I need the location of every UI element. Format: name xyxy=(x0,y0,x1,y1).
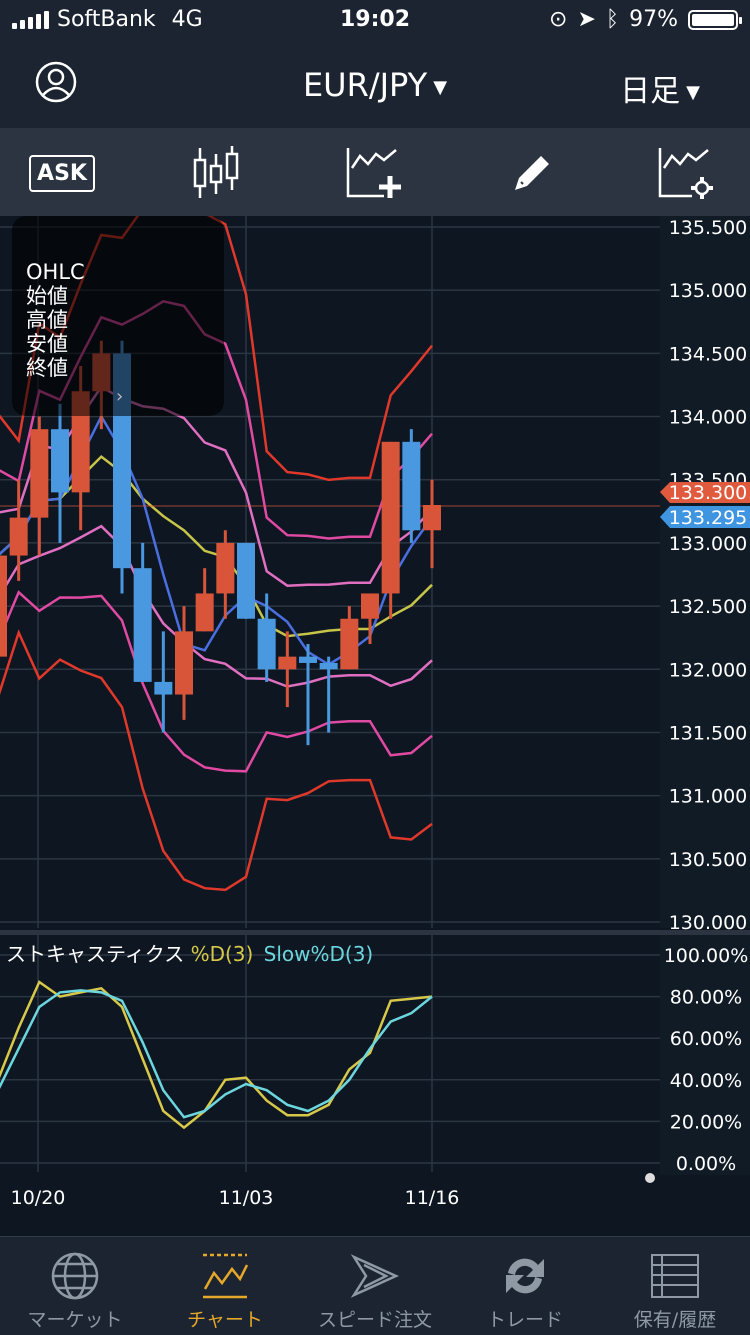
candle-body xyxy=(381,441,400,594)
ohlc-low: 安値 xyxy=(26,332,68,356)
stoch-name: ストキャスティクス xyxy=(6,942,185,966)
location-icon: ➤ xyxy=(577,7,596,32)
stoch-slowd-label: Slow%D(3) xyxy=(263,942,374,966)
scroll-indicator xyxy=(645,1173,655,1183)
candle-body xyxy=(175,631,193,695)
stoch-tick: 0.00% xyxy=(676,1153,736,1175)
tab-label: トレード xyxy=(486,1309,563,1331)
candle-body xyxy=(319,662,338,670)
candle xyxy=(402,429,421,543)
candle-body xyxy=(133,568,152,682)
period-label: 日足 xyxy=(620,74,681,109)
stoch-tick: 100.00% xyxy=(664,945,749,967)
stoch-tick: 20.00% xyxy=(670,1111,742,1133)
indicator-settings-icon[interactable] xyxy=(656,146,716,200)
ohlc-open: 始値 xyxy=(26,284,68,308)
candle-body xyxy=(402,441,421,531)
tab-speed-order[interactable]: スピード注文 xyxy=(300,1237,450,1335)
price-tick: 133.000 xyxy=(669,533,748,555)
speed-arrow-icon xyxy=(350,1254,400,1298)
stoch-slowd-line xyxy=(0,989,433,1119)
status-bar: SoftBank 4G 19:02 ⊙ ➤ ᛒ 97% xyxy=(0,0,750,42)
bid-price-tag: 133.300 xyxy=(660,482,750,504)
stoch-legend: ストキャスティクス %D(3) Slow%D(3) xyxy=(6,938,373,967)
price-tick: 131.500 xyxy=(669,722,748,744)
add-indicator-icon[interactable] xyxy=(344,146,404,200)
bluetooth-icon: ᛒ xyxy=(605,7,620,32)
chevron-right-icon[interactable]: › xyxy=(116,386,123,407)
ask-button[interactable]: ASK xyxy=(29,154,95,192)
candle-body xyxy=(423,505,441,531)
tab-label: マーケット xyxy=(27,1309,123,1331)
list-icon xyxy=(651,1254,699,1298)
date-tick: 11/03 xyxy=(219,1187,274,1209)
stoch-d-label: %D(3) xyxy=(190,942,254,966)
price-tick: 132.000 xyxy=(669,659,748,681)
candle-body xyxy=(278,656,297,670)
stoch-tick: 60.00% xyxy=(670,1028,742,1050)
rotation-lock-icon: ⊙ xyxy=(549,7,568,32)
battery-icon xyxy=(688,9,742,30)
status-right: ⊙ ➤ ᛒ 97% xyxy=(549,7,742,32)
candle-body xyxy=(51,429,69,493)
price-tick: 132.500 xyxy=(669,596,748,618)
date-tick: 10/20 xyxy=(11,1187,66,1209)
tab-label: スピード注文 xyxy=(317,1309,432,1331)
candle-body xyxy=(361,593,379,619)
tab-market[interactable]: マーケット xyxy=(0,1237,150,1335)
pair-label: EUR/JPY xyxy=(302,66,428,104)
candle-body xyxy=(340,618,359,670)
tab-trade[interactable]: トレード xyxy=(450,1237,600,1335)
price-tick: 131.000 xyxy=(669,786,748,808)
date-tick: 11/16 xyxy=(405,1187,460,1209)
candle xyxy=(0,555,7,657)
stoch-tick: 80.00% xyxy=(670,987,742,1009)
ohlc-high: 高値 xyxy=(26,308,68,332)
period-selector[interactable]: 日足 ▼ xyxy=(620,66,700,110)
battery-percent: 97% xyxy=(629,7,678,32)
chart-icon xyxy=(203,1253,249,1299)
stoch-tick: 40.00% xyxy=(670,1070,742,1092)
nav-bar: EUR/JPY ▼ 日足 ▼ xyxy=(0,42,750,128)
candle-body xyxy=(216,542,235,594)
price-tick: 130.000 xyxy=(669,912,748,934)
tab-chart[interactable]: チャート xyxy=(150,1237,300,1335)
price-tick: 135.500 xyxy=(669,217,748,239)
ohlc-close: 終値 xyxy=(26,356,68,380)
price-tick: 134.500 xyxy=(669,343,748,365)
candle-body xyxy=(195,593,214,632)
chevron-down-icon: ▼ xyxy=(686,82,700,103)
candle-body xyxy=(257,618,276,670)
tab-label: チャート xyxy=(187,1309,263,1331)
chart-toolbar: ASK xyxy=(0,128,750,216)
chevron-down-icon: ▼ xyxy=(433,76,448,98)
ask-price-tag: 133.295 xyxy=(660,506,750,529)
ohlc-title: OHLC xyxy=(26,260,85,284)
ohlc-panel[interactable]: OHLC 始値 高値 安値 終値 › xyxy=(12,216,224,416)
candle-body xyxy=(237,542,255,619)
candle-body xyxy=(30,429,49,518)
price-tick: 135.000 xyxy=(669,280,748,302)
candlestick-icon[interactable] xyxy=(186,146,246,200)
refresh-icon xyxy=(506,1258,544,1294)
price-tick: 130.500 xyxy=(669,849,748,871)
bid-price-label: 133.300 xyxy=(669,482,748,504)
candle-body xyxy=(154,681,173,695)
candle xyxy=(237,542,255,619)
candle-body xyxy=(0,555,7,657)
candle-body xyxy=(9,517,28,556)
pencil-icon[interactable] xyxy=(502,146,562,200)
ask-bid-toggle[interactable]: ASK xyxy=(29,146,95,200)
candle xyxy=(381,441,400,619)
tab-bar: マーケット チャート スピード注文 トレード 保有/履歴 xyxy=(0,1236,750,1335)
ask-price-label: 133.295 xyxy=(669,507,748,529)
candle-body xyxy=(299,656,317,663)
tab-positions-history[interactable]: 保有/履歴 xyxy=(600,1237,750,1335)
price-tick: 134.000 xyxy=(669,407,748,429)
globe-icon xyxy=(51,1252,99,1300)
tab-label: 保有/履歴 xyxy=(633,1309,717,1331)
